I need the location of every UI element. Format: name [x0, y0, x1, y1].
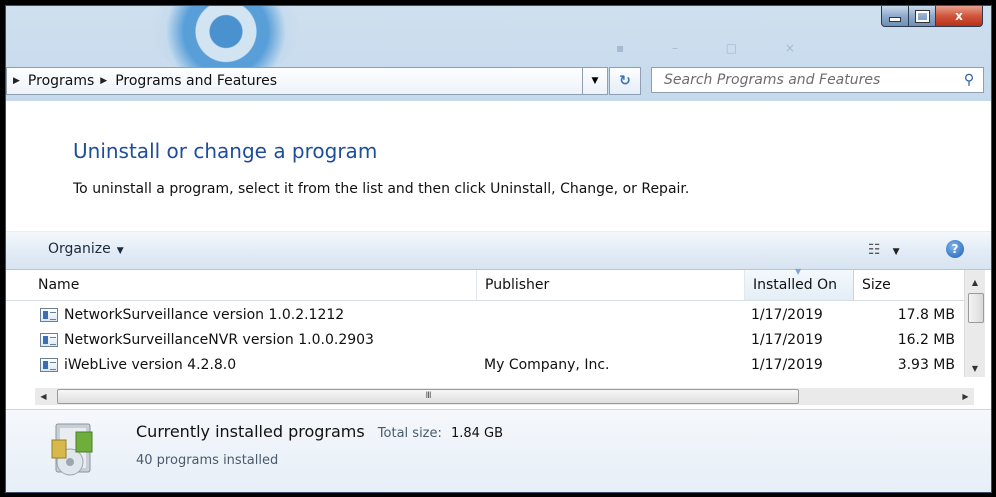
chevron-down-icon: ▼ — [591, 76, 599, 86]
installed-programs-icon — [51, 423, 93, 476]
minimize-button[interactable] — [881, 6, 909, 27]
organize-menu-button[interactable]: Organize ▼ — [48, 241, 124, 257]
program-size: 3.93 MB — [897, 357, 955, 373]
horizontal-scroll-thumb[interactable]: III — [57, 389, 799, 404]
total-size-label: Total size: — [377, 426, 442, 441]
vertical-scroll-thumb[interactable] — [968, 293, 984, 323]
list-header: Name Publisher Installed On Size ▼ — [6, 267, 964, 301]
program-name: NetworkSurveillance version 1.0.2.1212 — [64, 307, 345, 323]
details-pane: Currently installed programs Total size:… — [6, 409, 991, 492]
program-icon — [40, 308, 58, 322]
list-item[interactable]: NetworkSurveillance version 1.0.2.1212 1… — [6, 303, 964, 328]
chevron-down-icon: ▼ — [116, 246, 124, 256]
search-box[interactable]: Search Programs and Features ⚲ — [651, 67, 984, 93]
scroll-left-arrow-icon[interactable]: ◀ — [35, 388, 52, 405]
main-content: Uninstall or change a program To uninsta… — [6, 101, 991, 492]
organize-label: Organize — [48, 241, 111, 257]
horizontal-scrollbar[interactable]: ◀ III ▶ — [35, 388, 974, 405]
program-installed-on: 1/17/2019 — [751, 332, 823, 348]
page-title: Uninstall or change a program — [73, 139, 378, 163]
search-input[interactable]: Search Programs and Features — [652, 72, 955, 88]
list-item[interactable]: NetworkSurveillanceNVR version 1.0.0.290… — [6, 328, 964, 353]
address-bar[interactable]: ▶ Programs ▶ Programs and Features — [6, 67, 583, 95]
breadcrumb-programs-and-features[interactable]: Programs and Features — [115, 73, 277, 89]
close-button[interactable]: x — [936, 6, 983, 27]
program-name: iWebLive version 4.2.8.0 — [64, 357, 237, 373]
help-icon[interactable]: ? — [946, 240, 964, 258]
program-size: 16.2 MB — [897, 332, 955, 348]
list-item[interactable]: iWebLive version 4.2.8.0 My Company, Inc… — [6, 353, 964, 378]
change-view-button[interactable]: ☷ ▼ — [868, 242, 899, 258]
installed-programs-summary: Currently installed programs Total size:… — [136, 422, 503, 441]
program-icon — [40, 358, 58, 372]
summary-title: Currently installed programs — [136, 422, 365, 441]
program-installed-on: 1/17/2019 — [751, 307, 823, 323]
column-header-name[interactable]: Name — [6, 270, 476, 300]
close-icon: x — [955, 9, 963, 23]
program-icon — [40, 333, 58, 347]
page-description: To uninstall a program, select it from t… — [73, 181, 690, 197]
program-list: NetworkSurveillance version 1.0.2.1212 1… — [6, 303, 964, 378]
refresh-button[interactable]: ↻ — [609, 67, 641, 95]
program-size: 17.8 MB — [897, 307, 955, 323]
window-controls: x — [881, 6, 983, 27]
program-name: NetworkSurveillanceNVR version 1.0.0.290… — [64, 332, 374, 348]
background-window-controls: ▪ – □ × — [616, 41, 817, 55]
program-publisher: My Company, Inc. — [484, 357, 610, 373]
details-view-icon: ☷ — [868, 242, 881, 258]
maximize-button[interactable] — [909, 6, 936, 27]
refresh-icon: ↻ — [619, 73, 631, 89]
address-history-dropdown[interactable]: ▼ — [583, 67, 608, 95]
program-count: 40 programs installed — [136, 453, 279, 468]
search-icon[interactable]: ⚲ — [955, 72, 983, 88]
command-bar: Organize ▼ ☷ ▼ ? — [6, 231, 991, 270]
scroll-down-arrow-icon[interactable]: ▼ — [965, 360, 985, 377]
breadcrumb-programs[interactable]: Programs — [28, 73, 94, 89]
column-header-publisher[interactable]: Publisher — [476, 270, 744, 300]
sort-descending-icon: ▼ — [795, 267, 802, 276]
scroll-up-arrow-icon[interactable]: ▲ — [965, 274, 985, 291]
minimize-icon — [889, 16, 901, 22]
column-header-size[interactable]: Size — [854, 270, 964, 300]
programs-and-features-window: ▪ – □ × x ▶ Programs ▶ Programs and Feat… — [5, 5, 992, 493]
program-installed-on: 1/17/2019 — [751, 357, 823, 373]
total-size-value: 1.84 GB — [450, 426, 504, 441]
chevron-down-icon: ▼ — [892, 247, 900, 257]
vertical-scrollbar[interactable]: ▲ ▼ — [964, 270, 985, 377]
maximize-icon — [914, 9, 930, 23]
breadcrumb-root-chevron-icon[interactable]: ▶ — [13, 76, 20, 86]
breadcrumb-chevron-icon[interactable]: ▶ — [100, 76, 107, 86]
scroll-grip-icon: III — [425, 391, 432, 401]
scroll-right-arrow-icon[interactable]: ▶ — [957, 388, 974, 405]
